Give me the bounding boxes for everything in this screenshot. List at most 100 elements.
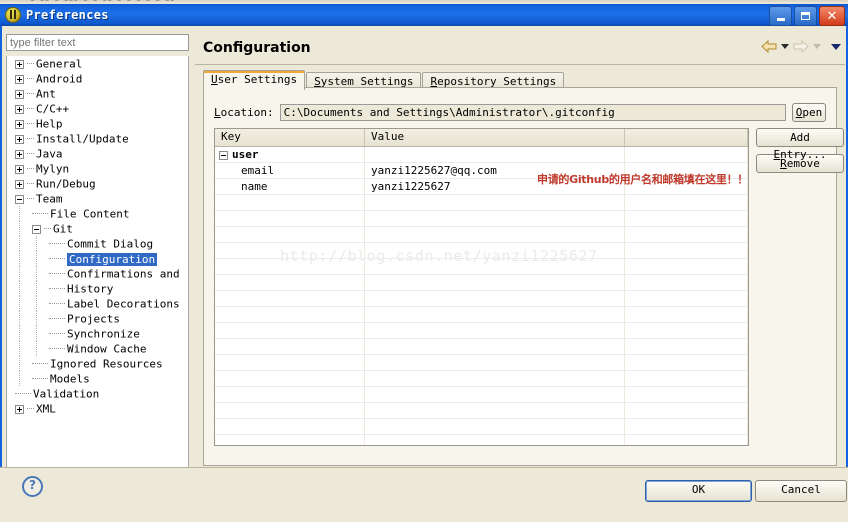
back-arrow-icon[interactable] <box>761 40 777 53</box>
table-row-empty[interactable] <box>215 307 748 323</box>
sidebar-item-history[interactable]: History <box>7 281 188 296</box>
forward-dropdown-icon <box>813 44 821 49</box>
table-row-empty[interactable] <box>215 339 748 355</box>
tree-connector <box>27 408 34 410</box>
dialog-body: GeneralAndroidAntC/C++HelpInstall/Update… <box>0 26 848 522</box>
table-row-empty[interactable] <box>215 275 748 291</box>
table-row-empty[interactable] <box>215 355 748 371</box>
sidebar-item-ignored-resources[interactable]: Ignored Resources <box>7 356 188 371</box>
cancel-button[interactable]: Cancel <box>755 480 847 502</box>
cell-value <box>365 211 625 226</box>
sidebar-item-label: Label Decorations <box>67 297 180 311</box>
column-header-value[interactable]: Value <box>365 129 625 146</box>
tree-connector <box>27 168 34 170</box>
expand-icon[interactable] <box>15 74 24 84</box>
cell-value <box>365 227 625 242</box>
table-row-empty[interactable] <box>215 291 748 307</box>
table-row-empty[interactable] <box>215 387 748 403</box>
sidebar-item-run-debug[interactable]: Run/Debug <box>7 176 188 191</box>
sidebar-item-validation[interactable]: Validation <box>7 386 188 401</box>
help-icon[interactable]: ? <box>22 476 43 497</box>
sidebar-item-models[interactable]: Models <box>7 371 188 386</box>
back-dropdown-icon[interactable] <box>781 44 789 49</box>
expand-icon[interactable] <box>15 104 24 114</box>
sidebar-item-label-decorations[interactable]: Label Decorations <box>7 296 188 311</box>
sidebar-item-java[interactable]: Java <box>7 146 188 161</box>
table-row-empty[interactable] <box>215 419 748 435</box>
table-row-empty[interactable] <box>215 371 748 387</box>
cell-extra <box>625 259 748 274</box>
background-window-toolbar: ▫ ▫▫ ▫ ▫▫▫ ▫ ▫ ▫▫ ▫ ▫ ▫ ▫ ▫ ▫▫ <box>30 0 175 3</box>
open-button[interactable]: Open <box>792 102 826 122</box>
tree-connector <box>27 153 34 155</box>
table-row-empty[interactable] <box>215 435 748 445</box>
cell-key <box>215 435 365 445</box>
sidebar-item-c-c[interactable]: C/C++ <box>7 101 188 116</box>
close-button[interactable]: ✕ <box>819 6 845 26</box>
maximize-icon <box>801 12 810 20</box>
table-row-empty[interactable] <box>215 403 748 419</box>
cell-extra <box>625 371 748 386</box>
sidebar-item-git[interactable]: Git <box>7 221 188 236</box>
sidebar-item-team[interactable]: Team <box>7 191 188 206</box>
preference-tree[interactable]: General Android Ant C/C++ Help Install/Update… <box>6 56 189 470</box>
cell-extra <box>625 323 748 338</box>
table-header: Key Value <box>215 129 748 147</box>
maximize-button[interactable] <box>794 6 817 26</box>
column-header-key[interactable]: Key <box>215 129 365 146</box>
tree-guide-line <box>36 296 38 311</box>
sidebar-item-commit-dialog[interactable]: Commit Dialog <box>7 236 188 251</box>
tree-connector <box>27 93 34 95</box>
sidebar-item-label: Synchronize <box>67 327 140 341</box>
collapse-icon[interactable] <box>32 224 41 234</box>
sidebar-item-mylyn[interactable]: Mylyn <box>7 161 188 176</box>
expand-icon[interactable] <box>15 164 24 174</box>
expand-icon[interactable] <box>15 404 24 414</box>
sidebar-item-confirmations-and[interactable]: Confirmations and <box>7 266 188 281</box>
window-controls: ✕ <box>769 6 845 26</box>
sidebar-item-general[interactable]: General <box>7 56 188 71</box>
ok-button[interactable]: OK <box>645 480 752 502</box>
table-row[interactable]: user <box>215 147 748 163</box>
sidebar-item-window-cache[interactable]: Window Cache <box>7 341 188 356</box>
sidebar-item-help[interactable]: Help <box>7 116 188 131</box>
sidebar-item-install-update[interactable]: Install/Update <box>7 131 188 146</box>
location-field[interactable]: C:\Documents and Settings\Administrator\… <box>279 103 786 121</box>
table-row-empty[interactable] <box>215 195 748 211</box>
expand-icon[interactable] <box>15 59 24 69</box>
sidebar-item-label: History <box>67 282 114 296</box>
table-row-empty[interactable] <box>215 211 748 227</box>
filter-input[interactable] <box>6 34 189 51</box>
add-entry-button[interactable]: Add Entry... <box>756 128 844 161</box>
window-title: Preferences <box>26 8 109 22</box>
collapse-icon[interactable] <box>15 194 24 204</box>
sidebar-item-android[interactable]: Android <box>7 71 188 86</box>
remove-button[interactable]: Remove <box>756 154 844 173</box>
table-row-empty[interactable] <box>215 323 748 339</box>
expand-icon[interactable] <box>15 89 24 99</box>
expand-icon[interactable] <box>15 179 24 189</box>
collapse-icon[interactable] <box>219 150 228 160</box>
sidebar-item-ant[interactable]: Ant <box>7 86 188 101</box>
sidebar-item-synchronize[interactable]: Synchronize <box>7 326 188 341</box>
sidebar-item-label: Validation <box>33 387 100 401</box>
column-header-extra[interactable] <box>625 129 748 146</box>
tree-guide-line <box>19 371 21 386</box>
sidebar-item-configuration[interactable]: Configuration <box>7 251 188 266</box>
config-table[interactable]: Key Value user email yanzi1225627@qq.com na… <box>214 128 749 446</box>
expand-icon[interactable] <box>15 119 24 129</box>
tab-user-settings[interactable]: User Settings <box>203 70 306 90</box>
table-body[interactable]: user email yanzi1225627@qq.com name yanzi122… <box>215 147 748 445</box>
sidebar-item-label: Help <box>36 117 63 131</box>
sidebar-item-file-content[interactable]: File Content <box>7 206 188 221</box>
sidebar-item-projects[interactable]: Projects <box>7 311 188 326</box>
sidebar-item-xml[interactable]: XML <box>7 401 188 416</box>
view-menu-icon[interactable] <box>831 43 841 50</box>
minimize-button[interactable] <box>769 6 792 26</box>
cell-value <box>365 275 625 290</box>
table-row-empty[interactable] <box>215 227 748 243</box>
expand-icon[interactable] <box>15 134 24 144</box>
cell-extra <box>625 195 748 210</box>
expand-icon[interactable] <box>15 149 24 159</box>
tree-connector <box>49 273 65 275</box>
